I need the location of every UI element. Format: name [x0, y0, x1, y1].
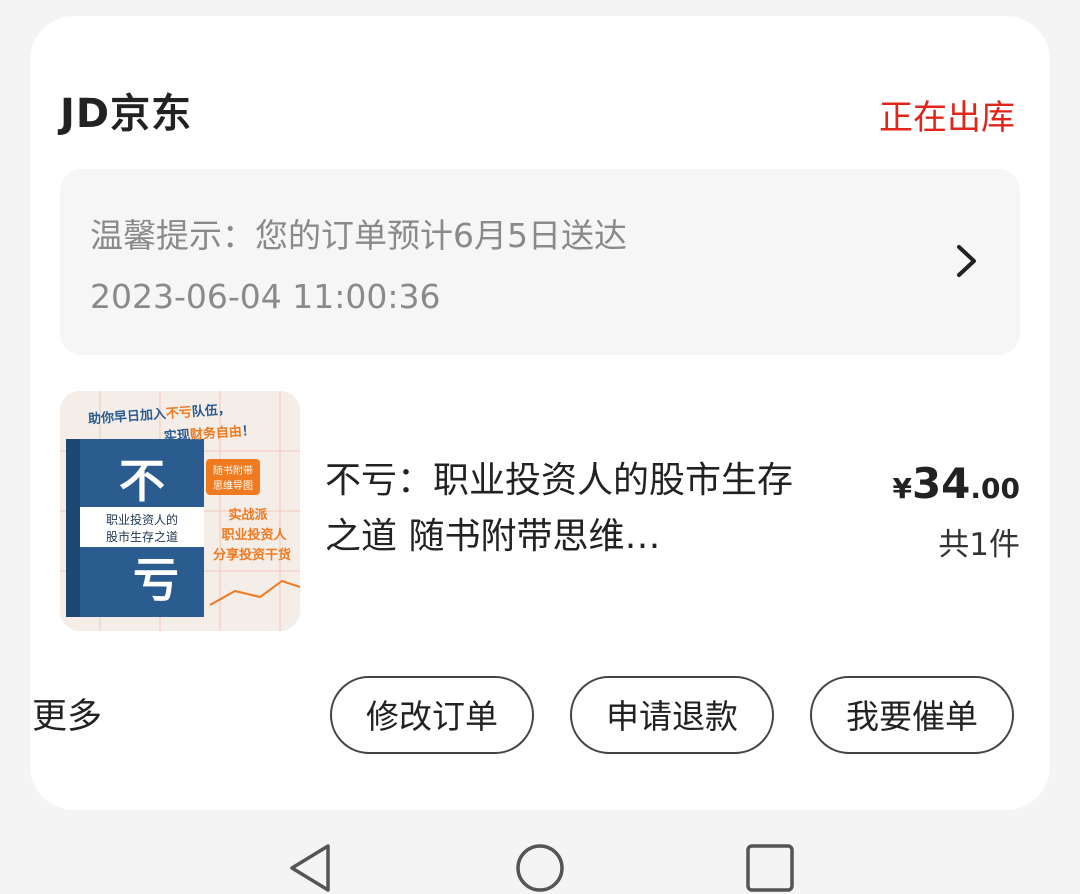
price-symbol: ¥	[892, 472, 912, 505]
cover-subtitle-2: 股市生存之道	[106, 529, 178, 544]
product-cover-image[interactable]: 不 亏 职业投资人的 股市生存之道 助你早日加入不亏队伍， 实现财务自由！ 随书…	[60, 391, 300, 631]
price-decimal: .00	[970, 472, 1020, 505]
recents-square-icon[interactable]	[742, 840, 798, 894]
urge-order-button[interactable]: 我要催单	[810, 676, 1014, 754]
cover-badge-2: 思维导图	[213, 479, 253, 492]
more-button[interactable]: 更多	[32, 688, 102, 739]
shop-header: JD京东 正在出库	[60, 74, 1015, 154]
cover-banner-1b: 不亏	[165, 405, 192, 422]
price-integer: 34	[911, 459, 971, 508]
modify-order-button[interactable]: 修改订单	[330, 676, 534, 754]
request-refund-button[interactable]: 申请退款	[570, 676, 774, 754]
cover-subtitle-1: 职业投资人的	[106, 512, 178, 527]
product-title[interactable]: 不亏：职业投资人的股市生存之道 随书附带思维…	[325, 453, 825, 565]
cover-banner-2c: ！	[241, 424, 255, 440]
delivery-tip[interactable]: 温馨提示：您的订单预计6月5日送达 2023-06-04 11:00:36	[60, 169, 1020, 355]
cover-big-char-1: 不	[119, 454, 165, 508]
home-circle-icon[interactable]	[512, 840, 568, 894]
cover-slogan-2: 职业投资人	[221, 527, 287, 543]
cover-banner-1c: 队伍，	[191, 401, 231, 420]
product-price: ¥34.00	[892, 459, 1020, 508]
order-status: 正在出库	[879, 98, 1015, 138]
cover-badge-1: 随书附带	[213, 464, 253, 477]
cover-slogan-1: 实战派	[228, 507, 268, 523]
order-page: JD京东 正在出库 温馨提示：您的订单预计6月5日送达 2023-06-04 1…	[0, 0, 1080, 894]
book-cover-art: 不 亏 职业投资人的 股市生存之道 助你早日加入不亏队伍， 实现财务自由！ 随书…	[60, 391, 300, 631]
cover-banner-2a: 实现	[163, 427, 190, 445]
system-navigation-bar	[0, 810, 1080, 894]
cover-slogan-3: 分享投资干货	[213, 547, 291, 563]
cover-big-char-2: 亏	[133, 553, 179, 607]
back-triangle-icon[interactable]	[284, 840, 340, 894]
product-quantity: 共1件	[938, 527, 1020, 563]
product-item[interactable]: 不 亏 职业投资人的 股市生存之道 助你早日加入不亏队伍， 实现财务自由！ 随书…	[60, 391, 1020, 633]
delivery-tip-text: 温馨提示：您的订单预计6月5日送达	[90, 216, 627, 255]
delivery-tip-time: 2023-06-04 11:00:36	[90, 277, 441, 316]
shop-logo[interactable]: JD京东	[60, 74, 192, 154]
chevron-right-icon[interactable]	[954, 243, 980, 279]
